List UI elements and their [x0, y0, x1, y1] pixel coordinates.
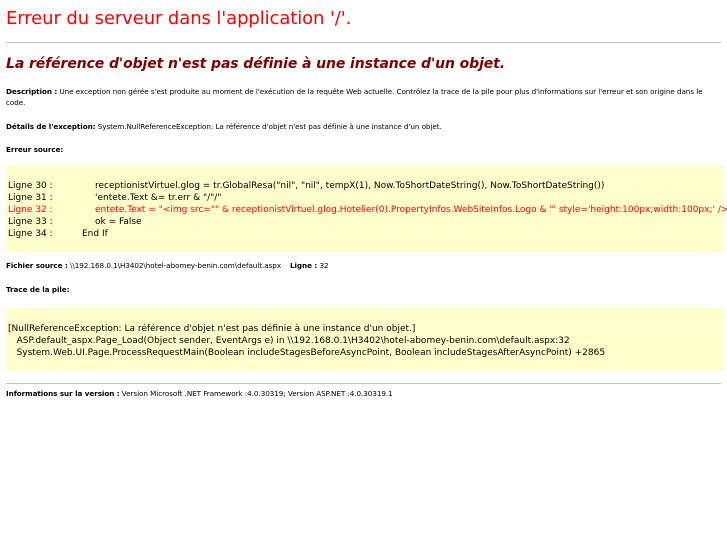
description-paragraph: Description : Une exception non gérée s'…	[6, 86, 721, 108]
stack-trace-line: System.Web.UI.Page.ProcessRequestMain(Bo…	[8, 348, 606, 358]
source-error-heading: Erreur source:	[6, 144, 721, 155]
version-text: Version Microsoft .NET Framework :4.0.30…	[119, 389, 393, 398]
source-line-label: Ligne 31 :	[8, 193, 53, 203]
source-line-code: End If	[82, 229, 108, 239]
source-line-code: receptionistVirtuel.glog = tr.GlobalResa…	[95, 181, 605, 191]
stack-trace-line: ASP.default_aspx.Page_Load(Object sender…	[8, 336, 570, 346]
source-line-label: Ligne 30 :	[8, 181, 53, 191]
exception-details-paragraph: Détails de l'exception: System.NullRefer…	[6, 121, 721, 132]
source-code-block[interactable]: Ligne 30 : receptionistVirtuel.glog = tr…	[6, 165, 727, 252]
source-file-paragraph: Fichier source : \\192.168.0.1\H3402\hot…	[6, 260, 721, 271]
source-line-label: Ligne 32 :	[8, 205, 53, 215]
source-line-number-label: Ligne :	[289, 261, 318, 270]
source-file-path: \\192.168.0.1\H3402\hotel-abomey-benin.c…	[67, 261, 282, 270]
version-paragraph: Informations sur la version : Version Mi…	[6, 388, 721, 399]
version-label: Informations sur la version :	[6, 389, 120, 398]
stack-trace-heading: Trace de la pile:	[6, 284, 721, 295]
source-line-number: 32	[317, 261, 329, 270]
source-line: Ligne 34 : End If	[8, 228, 722, 240]
source-line-code: 'entete.Text &= tr.err & "/"/"	[95, 193, 222, 203]
stack-trace-line: [NullReferenceException: La référence d'…	[8, 324, 416, 334]
exception-details-text: System.NullReferenceException: La référe…	[95, 122, 442, 131]
server-error-title: Erreur du serveur dans l'application '/'…	[6, 8, 352, 29]
source-line-code: ok = False	[95, 217, 142, 227]
exception-details-label: Détails de l'exception:	[6, 122, 96, 131]
stack-trace-block[interactable]: [NullReferenceException: La référence d'…	[6, 308, 724, 371]
source-line-label: Ligne 33 :	[8, 217, 53, 227]
source-file-label: Fichier source :	[6, 261, 68, 270]
source-line: Ligne 30 : receptionistVirtuel.glog = tr…	[8, 180, 722, 192]
error-message-title: La référence d'objet n'est pas définie à…	[6, 56, 505, 72]
source-line: Ligne 33 : ok = False	[8, 216, 722, 228]
source-line-code: entete.Text = "<img src="" & receptionis…	[95, 205, 727, 215]
source-line-error: Ligne 32 : entete.Text = "<img src="" & …	[8, 204, 727, 216]
error-page: Erreur du serveur dans l'application '/'…	[0, 0, 727, 399]
source-error-label: Erreur source:	[6, 145, 64, 154]
description-text: Une exception non gérée s'est produite a…	[6, 87, 703, 107]
title-divider	[6, 42, 721, 43]
source-line: Ligne 31 : 'entete.Text &= tr.err & "/"/…	[8, 192, 722, 204]
source-line-label: Ligne 34 :	[8, 229, 53, 239]
stack-trace-label: Trace de la pile:	[6, 285, 70, 294]
description-label: Description :	[6, 87, 58, 96]
version-divider	[6, 383, 721, 384]
